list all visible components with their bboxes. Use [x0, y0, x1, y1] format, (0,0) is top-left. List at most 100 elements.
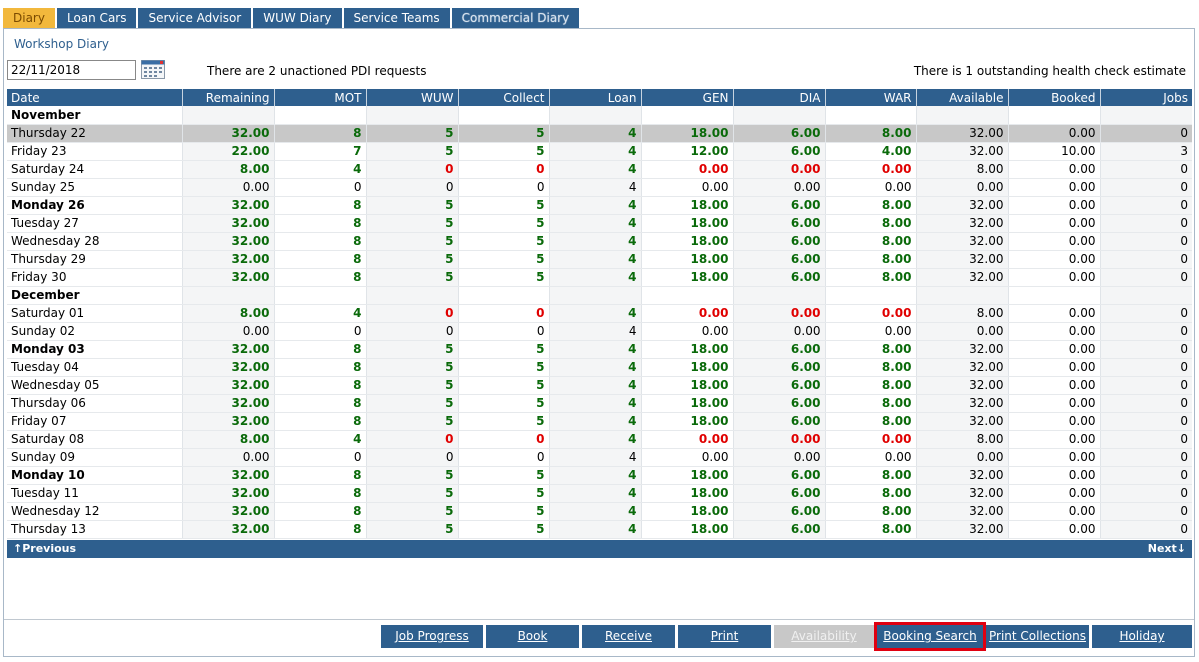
table-row[interactable]: Monday 03 32.00 8 5 5 4 18.00 6.00 8.00 32.00 0.00… [7, 340, 1192, 359]
holiday-button[interactable]: Holiday [1092, 625, 1192, 648]
cell-gen: 12.00 [641, 142, 734, 161]
cell-dia: 6.00 [733, 196, 826, 215]
previous-link[interactable]: ↑Previous [13, 542, 76, 555]
table-row[interactable]: Wednesday 05 32.00 8 5 5 4 18.00 6.00 8.00 32.00 0… [7, 376, 1192, 395]
table-row[interactable]: Tuesday 11 32.00 8 5 5 4 18.00 6.00 8.00 32.00 0.0… [7, 484, 1192, 503]
next-link[interactable]: Next↓ [1148, 542, 1186, 555]
col-mot[interactable]: MOT [274, 89, 367, 106]
tab-service-teams[interactable]: Service Teams [343, 8, 450, 28]
table-row[interactable]: Sunday 09 0.00 0 0 0 4 0.00 0.00 0.00 0.00 0.00 0 [7, 448, 1192, 467]
col-loan[interactable]: Loan [549, 89, 642, 106]
cell-loan: 4 [549, 232, 642, 251]
table-row[interactable]: Thursday 22 32.00 8 5 5 4 18.00 6.00 8.00 32.00 0.… [7, 124, 1192, 143]
cell-wuw: 5 [366, 268, 459, 287]
cell-dia: 6.00 [733, 520, 826, 539]
pdi-requests-message[interactable]: There are 2 unactioned PDI requests [207, 64, 427, 78]
cell-available: 32.00 [916, 196, 1009, 215]
cell-war: 0.00 [825, 322, 917, 341]
table-row[interactable]: Saturday 08 8.00 4 0 0 4 0.00 0.00 0.00 8.00 0.00 0 [7, 430, 1192, 449]
table-row[interactable]: Thursday 13 32.00 8 5 5 4 18.00 6.00 8.00 32.00 0.… [7, 520, 1192, 539]
table-row[interactable]: Wednesday 28 32.00 8 5 5 4 18.00 6.00 8.00 32.00 0… [7, 232, 1192, 251]
job-progress-button[interactable]: Job Progress [381, 625, 483, 648]
cell [916, 106, 1009, 125]
cell-date: Sunday 09 [7, 448, 183, 467]
cell-war: 8.00 [825, 340, 917, 359]
tab-wuw-diary[interactable]: WUW Diary [253, 8, 342, 28]
cell-jobs: 0 [1100, 502, 1192, 521]
table-row[interactable]: Friday 07 32.00 8 5 5 4 18.00 6.00 8.00 32.00 0.00… [7, 412, 1192, 431]
cell [1100, 286, 1192, 305]
cell-dia: 0.00 [733, 304, 826, 323]
cell-date: Saturday 24 [7, 160, 183, 179]
booking-search-button[interactable]: Booking Search [874, 622, 986, 651]
tab-loan-cars[interactable]: Loan Cars [56, 8, 137, 28]
cell-dia: 6.00 [733, 358, 826, 377]
table-row[interactable]: Tuesday 27 32.00 8 5 5 4 18.00 6.00 8.00 32.00 0.0… [7, 214, 1192, 233]
cell-dia: 6.00 [733, 250, 826, 269]
cell-collect: 5 [458, 250, 550, 269]
cell [1008, 106, 1101, 125]
print-button[interactable]: Print [678, 625, 771, 648]
col-gen[interactable]: GEN [641, 89, 734, 106]
col-booked[interactable]: Booked [1008, 89, 1101, 106]
cell-loan: 4 [549, 358, 642, 377]
table-row[interactable]: Friday 23 22.00 7 5 5 4 12.00 6.00 4.00 32.00 10.0… [7, 142, 1192, 161]
book-button[interactable]: Book [486, 625, 579, 648]
month-header-row[interactable]: November [7, 106, 1192, 125]
col-remaining[interactable]: Remaining [182, 89, 275, 106]
cell-gen: 0.00 [641, 160, 734, 179]
cell-remaining: 32.00 [182, 340, 275, 359]
date-input[interactable] [7, 60, 136, 80]
cell-gen: 18.00 [641, 232, 734, 251]
table-row[interactable]: Monday 26 32.00 8 5 5 4 18.00 6.00 8.00 32.00 0.00… [7, 196, 1192, 215]
health-check-message[interactable]: There is 1 outstanding health check esti… [914, 64, 1186, 78]
cell-gen: 0.00 [641, 448, 734, 467]
month-header-row[interactable]: December [7, 286, 1192, 305]
cell-war: 0.00 [825, 160, 917, 179]
table-row[interactable]: Saturday 01 8.00 4 0 0 4 0.00 0.00 0.00 8.00 0.00 0 [7, 304, 1192, 323]
cell-remaining: 32.00 [182, 358, 275, 377]
cell-booked: 0.00 [1008, 376, 1101, 395]
table-row[interactable]: Sunday 02 0.00 0 0 0 4 0.00 0.00 0.00 0.00 0.00 0 [7, 322, 1192, 341]
cell-available: 32.00 [916, 466, 1009, 485]
cell-jobs: 0 [1100, 466, 1192, 485]
col-dia[interactable]: DIA [733, 89, 826, 106]
cell-war: 8.00 [825, 232, 917, 251]
cell-remaining: 0.00 [182, 178, 275, 197]
calendar-icon[interactable] [141, 60, 165, 79]
cell-dia: 0.00 [733, 160, 826, 179]
tab-service-advisor[interactable]: Service Advisor [138, 8, 252, 28]
print-collections-button[interactable]: Print Collections [986, 625, 1089, 648]
cell [1100, 106, 1192, 125]
tab-diary[interactable]: Diary [3, 8, 55, 28]
cell-booked: 0.00 [1008, 502, 1101, 521]
cell-jobs: 0 [1100, 448, 1192, 467]
cell-jobs: 0 [1100, 412, 1192, 431]
cell-date: Thursday 29 [7, 250, 183, 269]
cell [549, 106, 642, 125]
table-row[interactable]: Thursday 06 32.00 8 5 5 4 18.00 6.00 8.00 32.00 0.… [7, 394, 1192, 413]
table-row[interactable]: Wednesday 12 32.00 8 5 5 4 18.00 6.00 8.00 32.00 0… [7, 502, 1192, 521]
cell-gen: 18.00 [641, 412, 734, 431]
cell-date: Thursday 06 [7, 394, 183, 413]
cell [549, 286, 642, 305]
table-row[interactable]: Thursday 29 32.00 8 5 5 4 18.00 6.00 8.00 32.00 0.… [7, 250, 1192, 269]
col-wuw[interactable]: WUW [366, 89, 459, 106]
cell-loan: 4 [549, 142, 642, 161]
col-war[interactable]: WAR [825, 89, 917, 106]
col-jobs[interactable]: Jobs [1100, 89, 1192, 106]
col-available[interactable]: Available [916, 89, 1009, 106]
col-collect[interactable]: Collect [458, 89, 550, 106]
table-row[interactable]: Friday 30 32.00 8 5 5 4 18.00 6.00 8.00 32.00 0.00… [7, 268, 1192, 287]
table-row[interactable]: Saturday 24 8.00 4 0 0 4 0.00 0.00 0.00 8.00 0.00 0 [7, 160, 1192, 179]
cell-wuw: 5 [366, 484, 459, 503]
col-date[interactable]: Date [7, 89, 183, 106]
table-row[interactable]: Sunday 25 0.00 0 0 0 4 0.00 0.00 0.00 0.00 0.00 0 [7, 178, 1192, 197]
cell-wuw: 5 [366, 196, 459, 215]
cell-jobs: 0 [1100, 340, 1192, 359]
tab-commercial-diary[interactable]: Commercial Diary [451, 8, 580, 28]
table-row[interactable]: Monday 10 32.00 8 5 5 4 18.00 6.00 8.00 32.00 0.00… [7, 466, 1192, 485]
table-row[interactable]: Tuesday 04 32.00 8 5 5 4 18.00 6.00 8.00 32.00 0.0… [7, 358, 1192, 377]
receive-button[interactable]: Receive [582, 625, 675, 648]
cell-war: 8.00 [825, 412, 917, 431]
